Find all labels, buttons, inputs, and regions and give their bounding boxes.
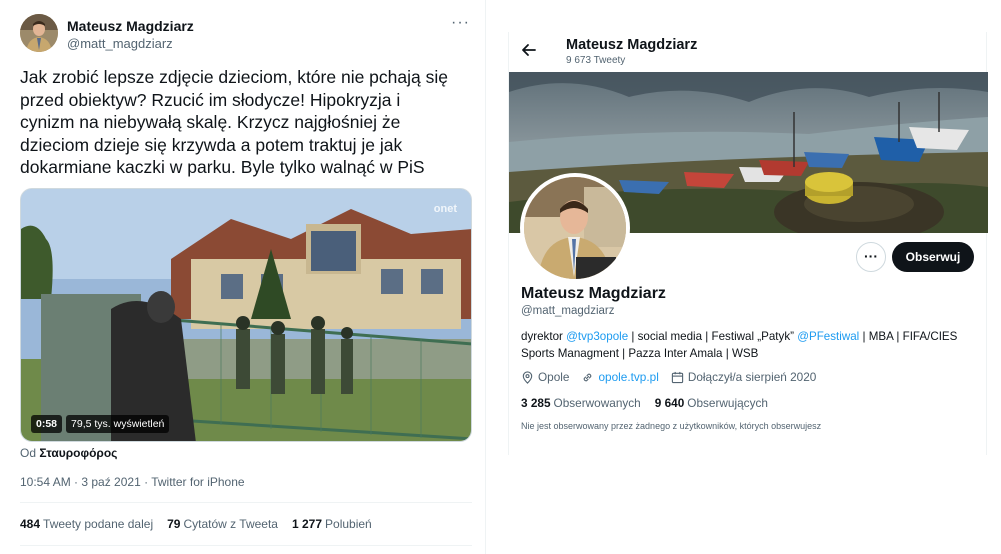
video-views: 79,5 tys. wyświetleń — [66, 415, 170, 433]
follow-button[interactable]: Obserwuj — [892, 242, 974, 272]
tweet-text-line: przed obiektyw? Rzucić im słodycze! Hipo… — [20, 89, 401, 110]
bio-mention-pfestiwal[interactable]: @PFestiwal — [797, 330, 859, 343]
profile-follow-counts: 3 285 Obserwowanych 9 640 Obserwujących — [521, 396, 768, 410]
stat-number: 484 — [20, 517, 41, 531]
tweet-timestamp[interactable]: 10:54 AM · 3 paź 2021 · Twitter for iPho… — [20, 475, 245, 489]
tweet-text-line: cynizm na niebywałą skalę. Krzycz najgło… — [20, 112, 401, 133]
followers-number: 9 640 — [654, 396, 685, 410]
tweet-video[interactable]: onet 0:58 79,5 tys. wyświetleń — [20, 188, 472, 442]
divider — [20, 545, 472, 546]
video-frame-image — [21, 189, 471, 441]
tweet-header: Mateusz Magdziarz @matt_magdziarz ··· — [20, 14, 474, 54]
quotes-stat[interactable]: 79 Cytatów z Tweeta — [167, 517, 278, 531]
profile-top-bar: Mateusz Magdziarz 9 673 Tweety — [509, 32, 988, 72]
following-label: Obserwowanych — [553, 396, 641, 410]
bio-text: | MBA | FIFA/CIES — [859, 330, 958, 343]
location-icon — [522, 370, 533, 384]
divider — [20, 502, 472, 503]
stat-label: Polubień — [325, 517, 372, 531]
tweet-text-line: dokarmiane kaczki w parku. Byle tylko wa… — [20, 157, 425, 178]
profile-name: Mateusz Magdziarz — [521, 285, 666, 302]
location-text: Opole — [538, 370, 570, 384]
profile-top-name: Mateusz Magdziarz — [566, 37, 698, 53]
link-icon — [584, 373, 592, 381]
tweet-text-line: dzieciom dzieje się krzywda a potem trak… — [20, 134, 403, 155]
bio-line: dyrektor @tvp3opole | social media | Fes… — [521, 328, 981, 345]
bio-mention-tvp3opole[interactable]: @tvp3opole — [566, 330, 628, 343]
author-name[interactable]: Mateusz Magdziarz — [67, 18, 194, 34]
profile-panel: Mateusz Magdziarz 9 673 Tweety ··· Obser… — [508, 32, 988, 455]
tweet-stats: 484 Tweety podane dalej 79 Cytatów z Tweet… — [20, 517, 372, 531]
tweet-text: Jak zrobić lepsze zdjęcie dzieciom, któr… — [20, 66, 474, 179]
bio-text: dyrektor — [521, 330, 567, 343]
profile-bio: dyrektor @tvp3opole | social media | Fes… — [521, 328, 981, 362]
profile-info: Opole opole.tvp.pl Dołączył/a sierpień 2… — [521, 370, 816, 384]
tweet-count: 9 673 Tweety — [566, 55, 626, 66]
stat-number: 1 277 — [291, 517, 323, 531]
bio-text: | social media | Festiwal „Patyk” — [628, 330, 798, 343]
author-avatar[interactable] — [20, 14, 58, 52]
followers-count[interactable]: 9 640 Obserwujących — [655, 396, 768, 410]
calendar-icon — [671, 371, 683, 383]
bio-line: Sports Managment | Pazza Inter Amala | W… — [521, 347, 759, 360]
likes-stat[interactable]: 1 277 Polubień — [292, 517, 372, 531]
mutual-followers-note: Nie jest obserwowany przez żadnego z uży… — [521, 421, 822, 431]
video-duration: 0:58 — [31, 415, 63, 433]
video-watermark: onet — [433, 203, 457, 215]
stat-label: Cytatów z Tweeta — [183, 517, 278, 531]
attribution-source[interactable]: Σταυροφόρος — [39, 446, 117, 460]
following-number: 3 285 — [521, 396, 551, 410]
author-handle[interactable]: @matt_magdziarz — [67, 36, 173, 51]
video-badge: 0:58 79,5 tys. wyświetleń — [31, 415, 170, 433]
stat-label: Tweety podane dalej — [43, 517, 154, 531]
profile-joined: Dołączył/a sierpień 2020 — [671, 370, 817, 384]
attribution-prefix: Od — [20, 446, 37, 460]
followers-label: Obserwujących — [687, 396, 768, 410]
arrow-left-icon[interactable] — [521, 42, 537, 63]
retweets-stat[interactable]: 484 Tweety podane dalej — [20, 517, 153, 531]
stat-number: 79 — [167, 517, 181, 531]
profile-handle: @matt_magdziarz — [521, 305, 615, 317]
tweet-panel: Mateusz Magdziarz @matt_magdziarz ··· Ja… — [0, 0, 486, 554]
website-link[interactable]: opole.tvp.pl — [598, 370, 658, 384]
joined-text: Dołączył/a sierpień 2020 — [687, 370, 817, 384]
profile-avatar[interactable] — [520, 173, 630, 283]
following-count[interactable]: 3 285 Obserwowanych — [521, 396, 641, 410]
profile-website[interactable]: opole.tvp.pl — [581, 370, 659, 384]
video-attribution: Od Σταυροφόρος — [20, 446, 117, 460]
tweet-text-line: Jak zrobić lepsze zdjęcie dzieciom, któr… — [20, 67, 448, 87]
more-horizontal-icon[interactable]: ··· — [451, 14, 470, 32]
profile-location: Opole — [521, 370, 569, 384]
profile-more-button[interactable]: ··· — [856, 242, 886, 272]
